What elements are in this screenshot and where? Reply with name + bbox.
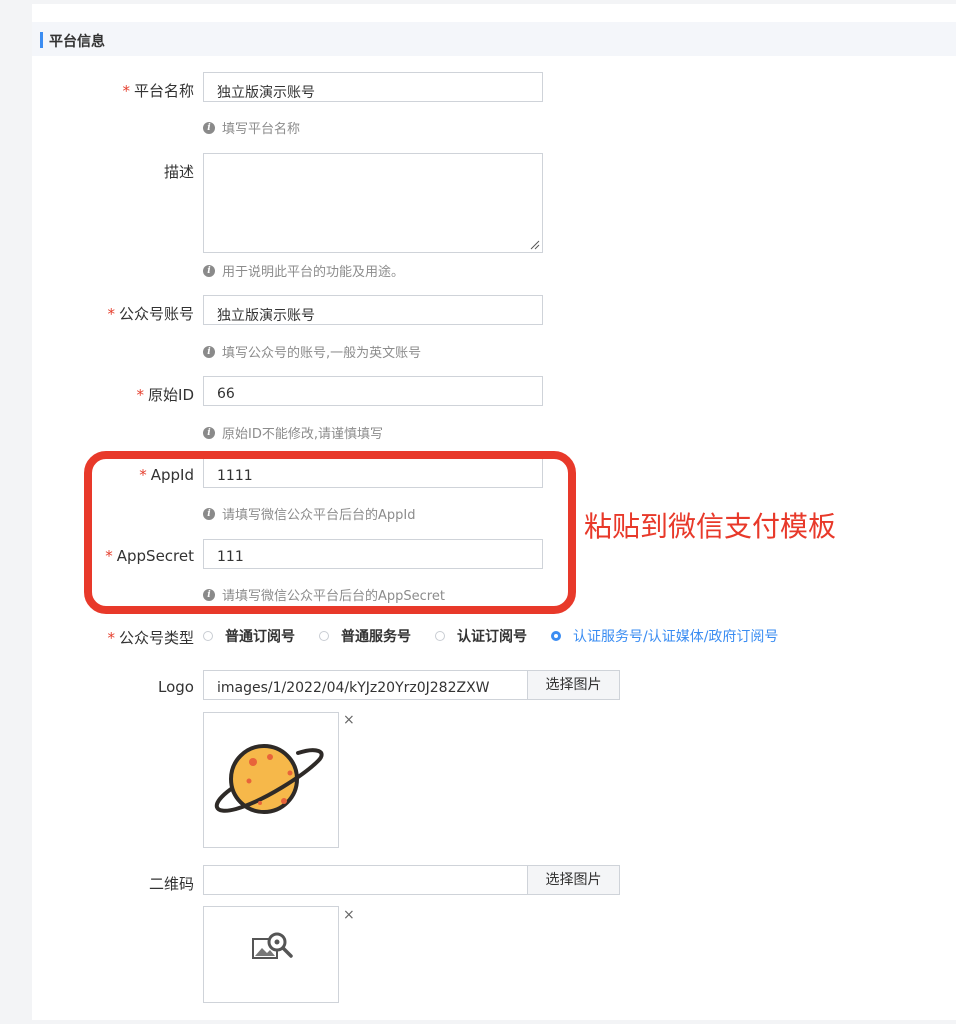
radio-dot[interactable] [551, 631, 561, 641]
planet-icon [215, 744, 324, 814]
info-icon: i [203, 264, 215, 277]
qrcode-path-input[interactable] [203, 865, 528, 895]
required-mark: * [136, 386, 145, 404]
radio-label: 普通服务号 [341, 629, 411, 645]
info-icon: i [203, 345, 215, 358]
account-hint: i 填写公众号的账号,一般为英文账号 [203, 342, 421, 361]
description-label: 描述 [163, 163, 194, 181]
section-title: 平台信息 [49, 34, 105, 50]
section-accent-bar [40, 32, 43, 48]
info-icon: i [203, 426, 215, 439]
original-id-hint-text: 原始ID不能修改,请谨慎填写 [222, 427, 383, 442]
account-type-label-text: 公众号类型 [118, 629, 194, 647]
original-id-label: * 原始ID [0, 384, 194, 405]
radio-dot[interactable] [435, 631, 445, 641]
radio-dot[interactable] [203, 631, 213, 641]
required-mark: * [107, 629, 115, 647]
qrcode-preview [203, 906, 339, 1003]
section-header [32, 22, 956, 56]
account-label-text: 公众号账号 [118, 305, 194, 323]
original-id-hint: i 原始ID不能修改,请谨慎填写 [203, 423, 383, 442]
logo-path-input[interactable]: images/1/2022/04/kYJz20Yrz0J282ZXW [203, 670, 528, 700]
resize-handle-icon[interactable] [530, 240, 540, 250]
logo-select-button[interactable]: 选择图片 [527, 670, 620, 700]
platform-name-input[interactable]: 独立版演示账号 [203, 72, 543, 102]
original-id-input[interactable]: 66 [203, 376, 543, 406]
account-type-label: * 公众号类型 [0, 627, 194, 648]
platform-name-hint: i 填写平台名称 [203, 118, 300, 137]
account-label: * 公众号账号 [0, 303, 194, 324]
radio-label: 认证服务号/认证媒体/政府订阅号 [573, 629, 779, 645]
description-textarea[interactable] [203, 153, 543, 253]
info-icon: i [203, 121, 215, 134]
radio-label: 普通订阅号 [225, 629, 295, 645]
description-hint: i 用于说明此平台的功能及用途。 [203, 261, 404, 280]
radio-normal-subscription[interactable]: 普通订阅号 [203, 626, 295, 646]
platform-name-label: * 平台名称 [0, 80, 194, 101]
highlight-box [84, 451, 576, 614]
qrcode-remove-icon[interactable]: × [343, 908, 355, 922]
radio-normal-service[interactable]: 普通服务号 [319, 626, 411, 646]
radio-dot[interactable] [319, 631, 329, 641]
qrcode-label: 二维码 [148, 875, 194, 893]
qrcode-select-button[interactable]: 选择图片 [527, 865, 620, 895]
annotation-text: 粘贴到微信支付模板 [584, 510, 837, 543]
account-type-radio-group: 普通订阅号 普通服务号 认证订阅号 认证服务号/认证媒体/政府订阅号 [203, 626, 802, 646]
account-input[interactable]: 独立版演示账号 [203, 295, 543, 325]
platform-name-label-text: 平台名称 [133, 82, 194, 100]
original-id-label-text: 原始ID [148, 386, 194, 404]
radio-label: 认证订阅号 [457, 629, 527, 645]
image-search-icon [252, 932, 293, 959]
radio-verified-subscription[interactable]: 认证订阅号 [435, 626, 527, 646]
logo-remove-icon[interactable]: × [343, 713, 355, 727]
logo-label: Logo [158, 678, 194, 696]
radio-verified-service[interactable]: 认证服务号/认证媒体/政府订阅号 [551, 626, 778, 646]
description-hint-text: 用于说明此平台的功能及用途。 [222, 265, 405, 280]
required-mark: * [122, 82, 130, 100]
logo-preview [203, 712, 339, 848]
account-hint-text: 填写公众号的账号,一般为英文账号 [222, 346, 422, 361]
required-mark: * [107, 305, 115, 323]
platform-name-hint-text: 填写平台名称 [222, 122, 301, 137]
